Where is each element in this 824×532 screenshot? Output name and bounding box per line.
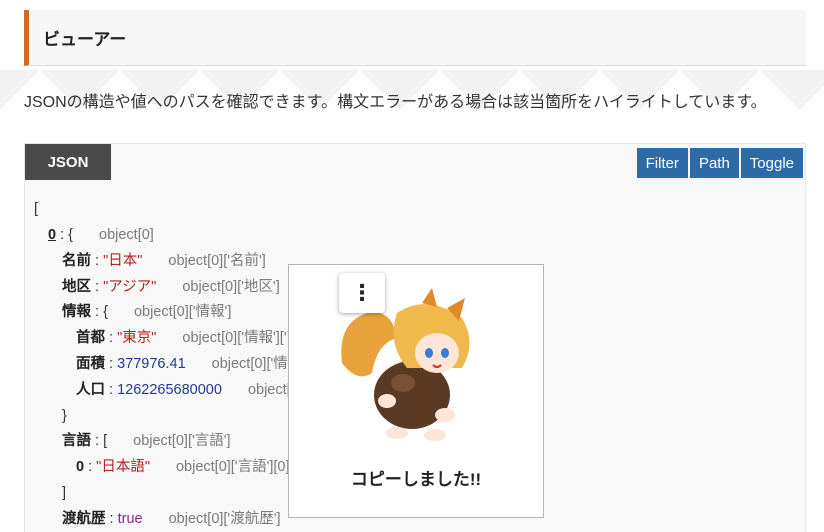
json-value: "東京" [117,330,157,347]
json-key[interactable]: 0 [76,459,84,475]
json-value: "日本" [103,252,143,269]
json-path[interactable]: object[0]['情報'] [134,304,231,320]
open-bracket: [ [34,201,39,217]
json-path[interactable]: object[0]['名前'] [168,253,265,269]
json-value: [ [103,433,108,450]
json-separator: : [105,381,118,398]
json-value: "アジア" [103,278,157,295]
json-value: "日本語" [96,459,150,476]
json-path[interactable]: object[0] [99,227,154,243]
toggle-button[interactable]: Toggle [740,148,803,178]
json-tree-row[interactable]: 0 : "日本語" object[0]['言語'][0] [76,456,290,478]
json-separator: : [91,433,104,450]
filter-button[interactable]: Filter [636,148,688,178]
json-value: 377976.41 [117,356,186,372]
json-separator: : [91,278,104,295]
copied-message: コピーしました!! [350,470,482,489]
json-value: { [103,304,108,321]
page-title: ビューアー [24,10,806,66]
json-key[interactable]: 情報 [62,304,91,320]
json-tree-row[interactable]: 名前 : "日本" object[0]['名前'] [62,250,266,272]
json-path[interactable]: object[0]['言語'] [133,433,230,449]
json-path[interactable]: object[0]['言語'][0] [176,459,290,475]
page-title-text: ビューアー [43,30,127,49]
json-key[interactable]: 地区 [62,279,91,295]
json-tree-row[interactable]: } [62,405,67,427]
json-value: true [117,510,143,527]
json-tree-row[interactable]: 情報 : { object[0]['情報'] [62,301,231,323]
json-separator: : [91,304,104,321]
json-tree-row[interactable]: 渡航歴 : true object[0]['渡航歴'] [62,508,281,530]
json-separator: : [84,459,97,476]
json-key[interactable]: 言語 [62,433,91,449]
json-tree-row[interactable]: 0 : { object[0] [48,224,154,246]
json-tree-row[interactable]: 地区 : "アジア" object[0]['地区'] [62,276,280,298]
json-key[interactable]: 0 [48,227,56,243]
json-separator: : [56,227,69,243]
json-key[interactable]: 渡航歴 [62,511,106,527]
json-tree-row[interactable]: 首都 : "東京" object[0]['情報']['首都'] [76,327,322,349]
path-button[interactable]: Path [689,148,739,178]
menu-glyph: ⋮ [351,280,373,305]
json-value: 1262265680000 [117,381,222,398]
json-key[interactable]: 人口 [76,382,105,398]
json-value: { [68,227,74,243]
json-path[interactable]: object[0]['渡航歴'] [169,511,281,527]
json-separator: : [105,510,118,527]
json-tree-row[interactable]: ] [62,482,66,504]
json-separator: : [91,252,104,269]
json-value: } [62,407,67,424]
viewer-toolbar: Filter Path Toggle [636,148,803,178]
json-key[interactable]: 面積 [76,356,105,372]
vertical-dots-icon[interactable]: ⋮ [339,273,385,313]
json-path[interactable]: object[0]['地区'] [182,279,279,295]
json-separator: : [105,330,118,347]
description-text: JSONの構造や値へのパスを確認できます。構文エラーがある場合は該当箇所をハイラ… [24,94,767,111]
json-key[interactable]: 首都 [76,330,105,346]
json-tree-row[interactable]: 言語 : [ object[0]['言語'] [62,430,231,452]
json-value: ] [62,485,67,501]
tab-json[interactable]: JSON [25,144,111,180]
copy-toast: ⋮ コピーしました!! [288,264,544,518]
json-separator: : [105,356,118,372]
json-key[interactable]: 名前 [62,253,91,269]
